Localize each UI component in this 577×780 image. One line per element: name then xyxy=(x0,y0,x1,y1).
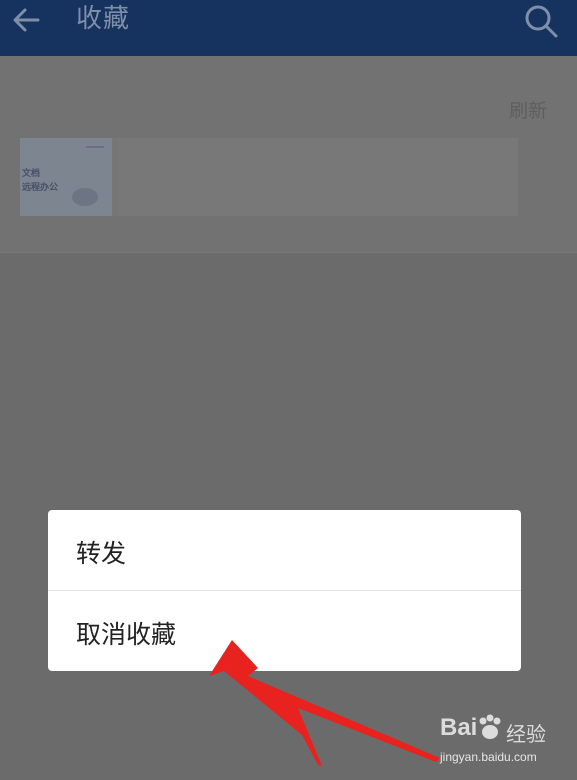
paw-logo-icon xyxy=(479,714,501,739)
watermark-url: jingyan.baidu.com xyxy=(440,750,537,764)
watermark-suffix: 经验 xyxy=(506,722,546,746)
red-annotation-arrow-icon xyxy=(209,640,440,766)
watermark-brand: Bai xyxy=(440,714,478,741)
baidu-watermark: Bai 经验 jingyan.baidu.com xyxy=(440,714,570,774)
